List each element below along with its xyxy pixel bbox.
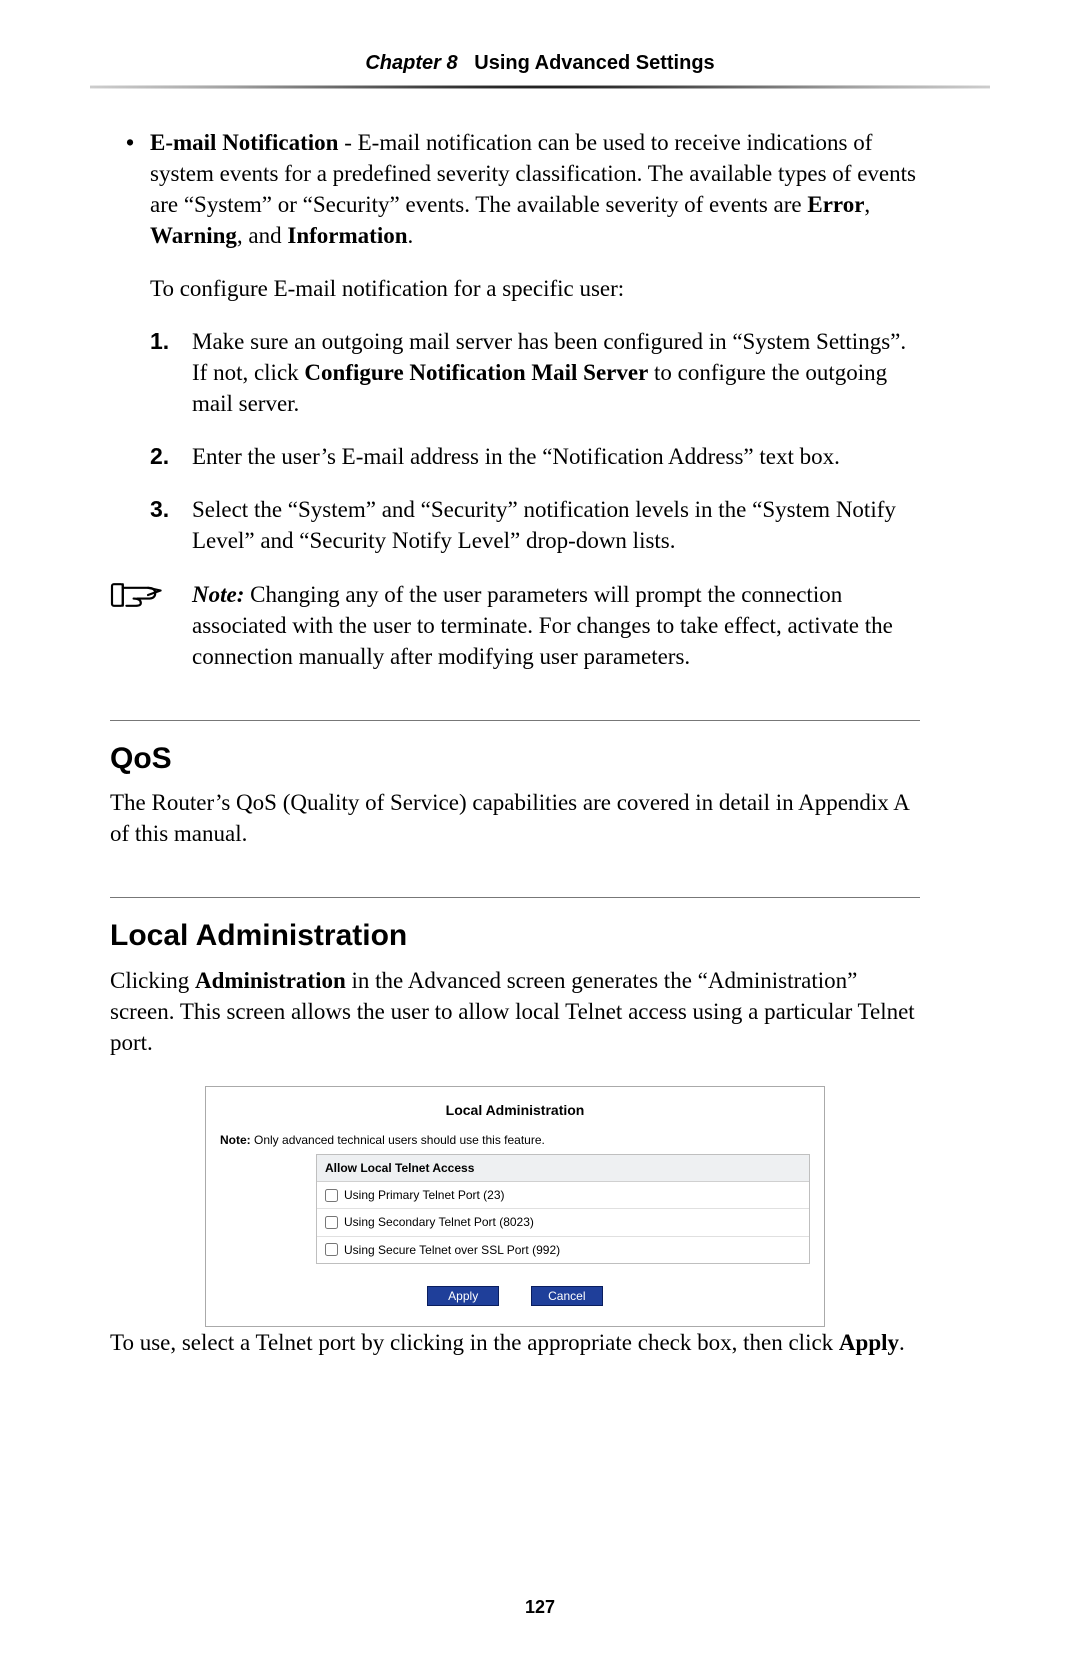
allow-local-telnet-access-panel: Allow Local Telnet Access Using Primary …: [316, 1154, 810, 1264]
ui-note-label: Note:: [220, 1133, 251, 1147]
note-text: Changing any of the user parameters will…: [192, 582, 893, 669]
cancel-button[interactable]: Cancel: [531, 1286, 603, 1306]
telnet-primary-checkbox[interactable]: [325, 1189, 338, 1202]
pointing-hand-icon: [110, 577, 168, 621]
local-admin-usage: To use, select a Telnet port by clicking…: [110, 1327, 920, 1358]
ui-title: Local Administration: [220, 1097, 810, 1132]
telnet-option-label: Using Secure Telnet over SSL Port (992): [344, 1242, 560, 1258]
step-bold: Configure Notification Mail Server: [304, 360, 648, 385]
telnet-option-label: Using Primary Telnet Port (23): [344, 1187, 505, 1203]
step-2: 2. Enter the user’s E-mail address in th…: [110, 441, 920, 472]
panel-heading: Allow Local Telnet Access: [317, 1155, 809, 1182]
apply-button[interactable]: Apply: [427, 1286, 499, 1306]
apply-label-inline: Apply: [839, 1330, 899, 1355]
step-number: 3.: [150, 494, 169, 525]
step-text: Select the “System” and “Security” notif…: [192, 497, 896, 553]
step-1: 1. Make sure an outgoing mail server has…: [110, 326, 920, 419]
ui-note: Note: Only advanced technical users shou…: [220, 1132, 810, 1148]
configure-intro: To configure E-mail notification for a s…: [150, 273, 920, 304]
section-rule: [110, 897, 920, 898]
local-admin-heading: Local Administration: [110, 916, 920, 957]
local-administration-screenshot: Local Administration Note: Only advanced…: [205, 1086, 825, 1327]
severity-warning: Warning: [150, 223, 237, 248]
telnet-option-label: Using Secondary Telnet Port (8023): [344, 1214, 534, 1230]
chapter-label: Chapter 8: [365, 52, 457, 74]
step-number: 2.: [150, 441, 169, 472]
telnet-option-primary[interactable]: Using Primary Telnet Port (23): [317, 1182, 809, 1209]
note-label: Note:: [192, 582, 244, 607]
step-number: 1.: [150, 326, 169, 357]
section-rule: [110, 720, 920, 721]
administration-link-label: Administration: [195, 968, 346, 993]
qos-heading: QoS: [110, 739, 920, 780]
telnet-secondary-checkbox[interactable]: [325, 1216, 338, 1229]
qos-body: The Router’s QoS (Quality of Service) ca…: [110, 787, 920, 849]
email-notification-label: E-mail Notification: [150, 130, 338, 155]
local-admin-body: Clicking Administration in the Advanced …: [110, 965, 920, 1058]
note-block: Note: Changing any of the user parameter…: [110, 579, 920, 672]
page-number: 127: [0, 1597, 1080, 1618]
telnet-option-ssl[interactable]: Using Secure Telnet over SSL Port (992): [317, 1237, 809, 1263]
step-3: 3. Select the “System” and “Security” no…: [110, 494, 920, 556]
button-row: Apply Cancel: [220, 1286, 810, 1306]
telnet-ssl-checkbox[interactable]: [325, 1243, 338, 1256]
ui-note-text: Only advanced technical users should use…: [251, 1133, 545, 1147]
severity-error: Error: [807, 192, 864, 217]
severity-information: Information: [287, 223, 407, 248]
header-rule: [90, 85, 990, 89]
chapter-title: Using Advanced Settings: [474, 52, 714, 74]
step-text: Enter the user’s E-mail address in the “…: [192, 444, 840, 469]
running-header: Chapter 8 Using Advanced Settings: [0, 52, 1080, 85]
bullet-email-notification: E-mail Notification - E-mail notificatio…: [110, 127, 920, 251]
telnet-option-secondary[interactable]: Using Secondary Telnet Port (8023): [317, 1209, 809, 1236]
